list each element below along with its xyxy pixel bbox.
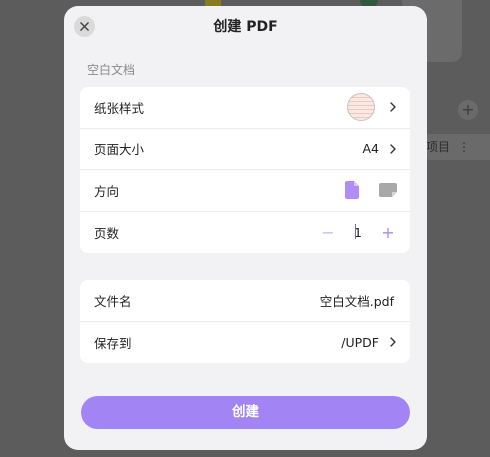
- file-name-field[interactable]: 空白文档.pdf: [320, 291, 394, 310]
- create-pdf-dialog: 创建 PDF 空白文档 纸张样式 页面大小 A4 方向 页数 − 1 + 文件名…: [64, 6, 427, 450]
- page-size-value: A4: [362, 141, 379, 157]
- save-to-row[interactable]: 保存到 /UPDF: [80, 322, 410, 364]
- chevron-right-icon: [390, 102, 396, 112]
- orientation-label: 方向: [94, 183, 120, 199]
- landscape-orientation-icon[interactable]: [379, 183, 397, 198]
- create-button[interactable]: 创建: [81, 396, 410, 429]
- orientation-row: 方向: [80, 170, 410, 212]
- page-count-stepper: − 1 +: [317, 223, 399, 242]
- paper-style-preview: [347, 93, 375, 122]
- file-name-label: 文件名: [94, 293, 132, 309]
- page-count-input[interactable]: 1: [339, 223, 377, 240]
- more-icon: ⋮: [458, 140, 471, 154]
- save-to-value: /UPDF: [341, 334, 379, 350]
- save-to-label: 保存到: [94, 335, 132, 351]
- dialog-title: 创建 PDF: [213, 19, 278, 35]
- page-count-row: 页数 − 1 +: [80, 212, 410, 254]
- page-size-label: 页面大小: [94, 142, 145, 158]
- section-label: 空白文档: [87, 63, 136, 77]
- file-settings: 文件名 空白文档.pdf 保存到 /UPDF: [80, 280, 410, 363]
- text-caret: [355, 223, 356, 239]
- blank-document-settings: 纸张样式 页面大小 A4 方向 页数 − 1 +: [80, 87, 410, 253]
- background-project-label: 项目: [426, 140, 451, 154]
- background-add-button: +: [458, 100, 478, 120]
- increment-button[interactable]: +: [377, 223, 399, 242]
- chevron-right-icon: [390, 337, 396, 347]
- chevron-right-icon: [390, 144, 396, 154]
- file-name-row[interactable]: 文件名 空白文档.pdf: [80, 280, 410, 322]
- page-size-row[interactable]: 页面大小 A4: [80, 129, 410, 170]
- paper-style-label: 纸张样式: [94, 100, 145, 116]
- decrement-button[interactable]: −: [317, 223, 339, 242]
- background-project-tag: 项目 ⋮: [424, 134, 490, 160]
- portrait-orientation-icon[interactable]: [345, 181, 359, 200]
- page-count-label: 页数: [94, 225, 120, 241]
- paper-style-row[interactable]: 纸张样式: [80, 87, 410, 129]
